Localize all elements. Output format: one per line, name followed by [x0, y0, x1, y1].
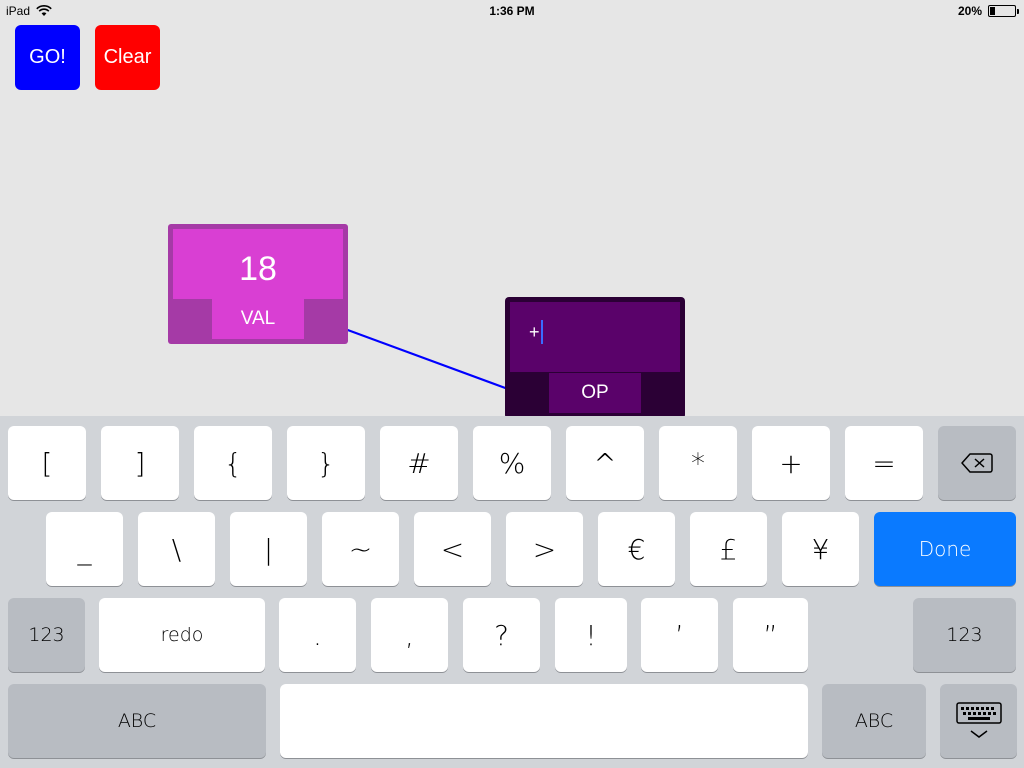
- key-close-brace[interactable]: }: [287, 426, 365, 500]
- clock: 1:36 PM: [489, 4, 535, 18]
- key-tilde[interactable]: ~: [322, 512, 399, 586]
- onscreen-keyboard: [ ] { } # % ^ * + = _ \ | ~ < > € £ ¥ Do…: [0, 416, 1024, 768]
- battery-percent: 20%: [957, 4, 982, 18]
- key-pound[interactable]: £: [690, 512, 767, 586]
- key-hash[interactable]: #: [380, 426, 458, 500]
- key-period[interactable]: .: [279, 598, 356, 672]
- key-backslash[interactable]: \: [138, 512, 215, 586]
- key-less-than[interactable]: <: [414, 512, 491, 586]
- operator-value: +: [529, 321, 540, 342]
- key-percent[interactable]: %: [473, 426, 551, 500]
- keyboard-dismiss-icon: [955, 702, 1002, 738]
- numbers-key-right[interactable]: 123: [913, 598, 1016, 672]
- space-bar[interactable]: [280, 684, 808, 758]
- operator-node[interactable]: + OP: [505, 297, 685, 419]
- status-bar: iPad 1:36 PM 20%: [0, 0, 1024, 22]
- battery-icon: [988, 5, 1019, 17]
- clear-button[interactable]: Clear: [95, 25, 160, 90]
- value-node[interactable]: 18 VAL: [168, 224, 348, 344]
- key-yen[interactable]: ¥: [782, 512, 859, 586]
- key-quote[interactable]: ”: [733, 598, 808, 672]
- value-node-value: 18: [239, 249, 277, 288]
- abc-key-right[interactable]: ABC: [822, 684, 926, 758]
- backspace-icon: [961, 453, 993, 473]
- numbers-key-left[interactable]: 123: [8, 598, 85, 672]
- key-open-brace[interactable]: {: [194, 426, 272, 500]
- key-apostrophe[interactable]: ’: [641, 598, 718, 672]
- status-right: 20%: [957, 4, 1019, 18]
- done-button[interactable]: Done: [874, 512, 1016, 586]
- key-equals[interactable]: =: [845, 426, 923, 500]
- operator-node-field[interactable]: +: [510, 302, 680, 372]
- go-button[interactable]: GO!: [15, 25, 80, 90]
- text-cursor: [540, 320, 543, 344]
- abc-key-left[interactable]: ABC: [8, 684, 266, 758]
- key-pipe[interactable]: |: [230, 512, 307, 586]
- key-comma[interactable]: ,: [371, 598, 448, 672]
- dismiss-keyboard-key[interactable]: [940, 684, 1017, 758]
- key-underscore[interactable]: _: [46, 512, 123, 586]
- operator-node-type-label: OP: [549, 373, 641, 413]
- key-euro[interactable]: €: [598, 512, 675, 586]
- key-close-bracket[interactable]: ]: [101, 426, 179, 500]
- connector-line: [325, 320, 528, 398]
- value-node-type-label: VAL: [212, 299, 304, 339]
- key-greater-than[interactable]: >: [506, 512, 583, 586]
- value-node-body[interactable]: 18: [173, 229, 343, 299]
- key-question[interactable]: ?: [463, 598, 540, 672]
- key-plus[interactable]: +: [752, 426, 830, 500]
- operator-input[interactable]: +: [529, 320, 543, 344]
- key-open-bracket[interactable]: [: [8, 426, 86, 500]
- redo-key[interactable]: redo: [99, 598, 265, 672]
- key-caret[interactable]: ^: [566, 426, 644, 500]
- key-asterisk[interactable]: *: [659, 426, 737, 500]
- backspace-key[interactable]: [938, 426, 1016, 500]
- battery-level: [990, 7, 995, 15]
- key-exclamation[interactable]: !: [555, 598, 627, 672]
